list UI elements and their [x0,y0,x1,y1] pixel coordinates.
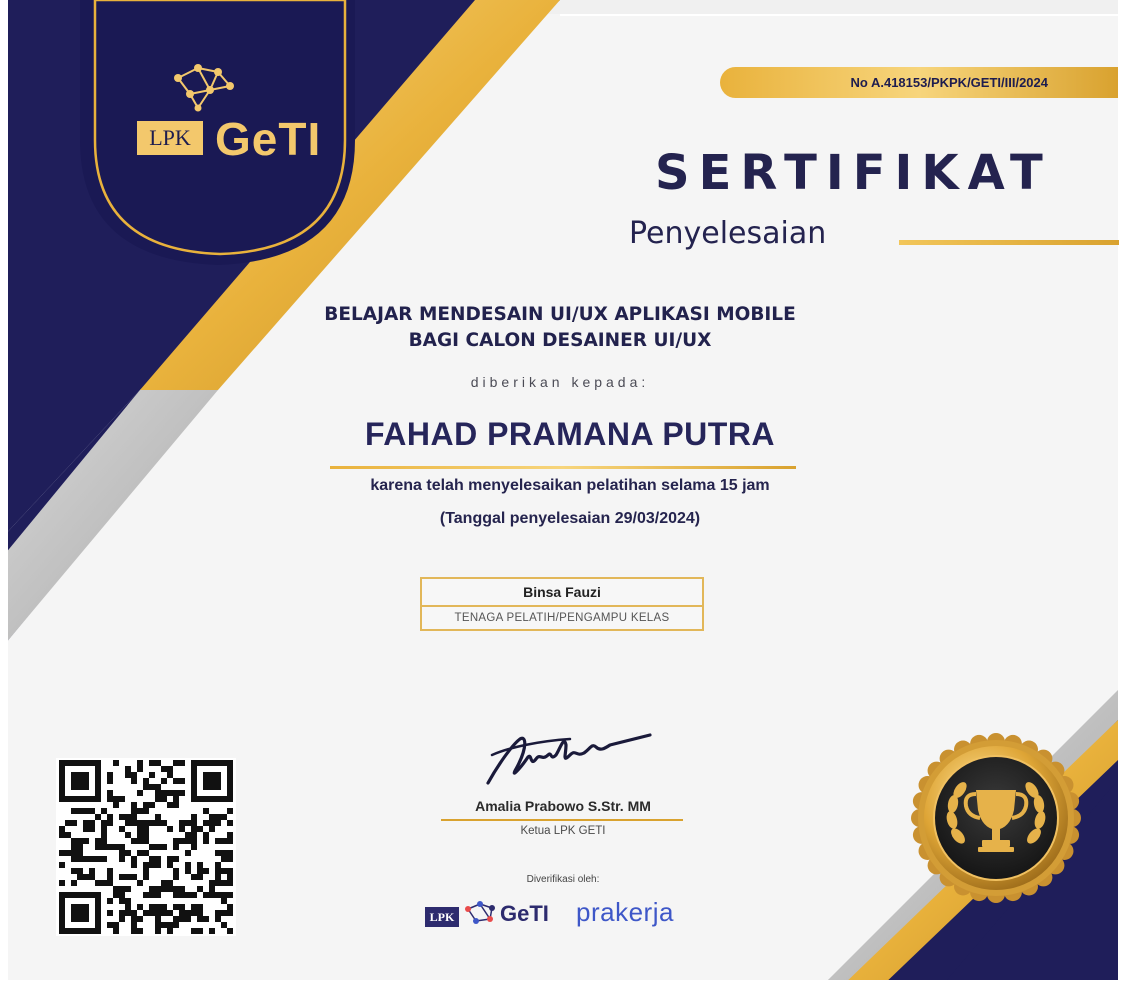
recipient-underline [330,466,796,469]
completion-reason: karena telah menyelesaikan pelatihan sel… [370,477,770,494]
qr-code-pattern [59,760,233,934]
certificate: LPK GeTI No A.418153/PKPK/GETI/III/2024 … [0,0,1125,988]
course-title: BELAJAR MENDESAIN UI/UX APLIKASI MOBILE … [250,302,870,354]
signatory-name: Amalia Prabowo S.Str. MM [475,798,651,814]
trainer-role: TENAGA PELATIH/PENGAMPU KELAS [454,612,670,624]
certificate-subtitle: Penyelesaian [629,216,827,251]
subtitle-divider [899,240,1119,245]
qr-code [56,758,236,936]
trainer-divider [422,605,702,607]
prakerja-logo: prakerja [576,897,674,927]
verified-by-label: Diverifikasi oleh: [526,874,600,885]
signature-underline [441,819,683,821]
certificate-number-ribbon: No A.418153/PKPK/GETI/III/2024 [720,67,1118,98]
course-title-line1: BELAJAR MENDESAIN UI/UX APLIKASI MOBILE [324,304,796,325]
given-to-label: diberikan kepada: [470,374,650,390]
certificate-title: SERTIFIKAT [655,145,1052,201]
trophy-seal [911,733,1081,903]
signatory-role: Ketua LPK GETI [520,825,606,837]
recipient-name: FAHAD PRAMANA PUTRA [364,416,776,452]
network-nodes-icon [174,64,234,112]
logo-lpk-badge: LPK [137,121,203,155]
certificate-number: No A.418153/PKPK/GETI/III/2024 [850,75,1049,90]
course-title-line2: BAGI CALON DESAINER UI/UX [408,330,712,351]
verifier-geti-text: GeTI [500,901,549,926]
completion-date: (Tanggal penyelesaian 29/03/2024) [439,510,701,527]
trainer-box: Binsa Fauzi TENAGA PELATIH/PENGAMPU KELA… [420,577,704,631]
logo-geti-text: GeTI [215,113,322,165]
trainer-name: Binsa Fauzi [523,584,601,600]
signature [486,733,652,785]
verifier-network-icon [465,901,495,924]
verifier-lpk-badge: LPK [425,907,459,927]
